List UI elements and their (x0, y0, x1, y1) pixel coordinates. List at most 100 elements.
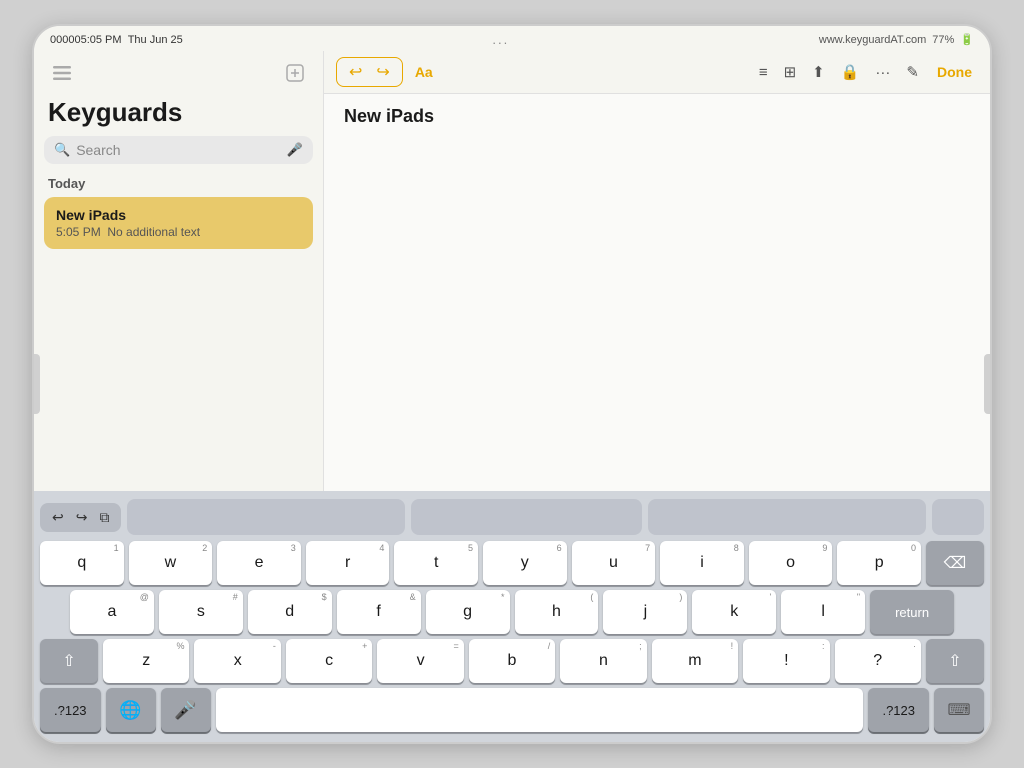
lock-button[interactable]: 🔒 (837, 61, 864, 83)
keyboard-area: ↩ ↪ ⧉ 1q 2w 3e 4r 5t 6y 7u 8i 9o 0p ⌫ (34, 491, 990, 742)
globe-icon: 🌐 (119, 700, 141, 721)
key-o[interactable]: 9o (749, 541, 833, 585)
key-num-2: 2 (202, 543, 207, 553)
key-num-1: 1 (114, 543, 119, 553)
key-a[interactable]: @a (70, 590, 154, 634)
suggestion-3[interactable] (648, 499, 926, 535)
battery-icon: 🔋 (960, 33, 974, 46)
key-num-7: 7 (645, 543, 650, 553)
key-n[interactable]: ;n (560, 639, 646, 683)
key-u[interactable]: 7u (572, 541, 656, 585)
delete-icon: ⌫ (944, 553, 967, 573)
key-sym-k: ' (770, 592, 772, 602)
sidebar-title: Keyguards (34, 93, 323, 136)
list-button[interactable]: ≡ (755, 62, 772, 83)
keyboard-copy-button[interactable]: ⧉ (95, 507, 113, 528)
key-k[interactable]: 'k (692, 590, 776, 634)
key-sym-b: / (548, 641, 551, 651)
key-g[interactable]: *g (426, 590, 510, 634)
undo-redo-copy-group: ↩ ↪ ⧉ (40, 503, 121, 532)
compose-button[interactable] (281, 59, 309, 87)
key-q[interactable]: 1q (40, 541, 124, 585)
key-num-4: 4 (379, 543, 384, 553)
done-button[interactable]: Done (931, 62, 978, 82)
status-bar: 00000 5:05 PM Thu Jun 25 ... www.keyguar… (34, 26, 990, 51)
key-sym-c: + (362, 641, 367, 651)
search-placeholder: Search (76, 142, 281, 158)
key-t[interactable]: 5t (394, 541, 478, 585)
key-globe[interactable]: 🌐 (106, 688, 156, 732)
key-sym-n: ; (639, 641, 642, 651)
key-mic[interactable]: 🎤 (161, 688, 211, 732)
key-num-9: 9 (822, 543, 827, 553)
sidebar: Keyguards 🔍 Search 🎤 Today New iPads 5:0… (34, 51, 324, 491)
trash-button[interactable]: ✎ (902, 61, 923, 83)
search-bar[interactable]: 🔍 Search 🎤 (44, 136, 313, 164)
key-sym-f: & (410, 592, 416, 602)
key-num-0: 0 (911, 543, 916, 553)
table-button[interactable]: ⊞ (780, 61, 801, 83)
keyboard-row-3: ⇧ %z -x +c =v /b ;n !m :! ·? ⇧ (40, 639, 984, 683)
key-sym-quest: · (913, 641, 916, 651)
key-num-left[interactable]: .?123 (40, 688, 101, 732)
shift-left-icon: ⇧ (62, 651, 75, 671)
battery-level: 77% (932, 34, 954, 46)
key-s[interactable]: #s (159, 590, 243, 634)
key-num-right[interactable]: .?123 (868, 688, 929, 732)
key-i[interactable]: 8i (660, 541, 744, 585)
key-num-5: 5 (468, 543, 473, 553)
key-h[interactable]: (h (515, 590, 599, 634)
key-num-3: 3 (291, 543, 296, 553)
key-sym-l: " (857, 592, 860, 602)
suggestion-2[interactable] (411, 499, 642, 535)
keyboard-redo-button[interactable]: ↪ (72, 507, 92, 528)
key-b[interactable]: /b (469, 639, 555, 683)
mic-bottom-icon: 🎤 (174, 700, 196, 721)
key-shift-right[interactable]: ⇧ (926, 639, 984, 683)
key-return[interactable]: return (870, 590, 954, 634)
key-sym-m: ! (731, 641, 734, 651)
key-p[interactable]: 0p (837, 541, 921, 585)
redo-button[interactable]: ↪ (372, 60, 393, 84)
status-network: 00000 (50, 34, 81, 46)
key-j[interactable]: )j (603, 590, 687, 634)
key-delete[interactable]: ⌫ (926, 541, 984, 585)
toolbar-undo-redo-group: ↩ ↪ (336, 57, 403, 87)
key-sym-excl: : (822, 641, 825, 651)
key-e[interactable]: 3e (217, 541, 301, 585)
key-r[interactable]: 4r (306, 541, 390, 585)
key-keyboard-hide[interactable]: ⌨ (934, 688, 984, 732)
editor-panel: ↩ ↪ Aa ≡ ⊞ ⬆ 🔒 ··· ✎ Done New iPads (324, 51, 990, 491)
key-z[interactable]: %z (103, 639, 189, 683)
share-button[interactable]: ⬆ (808, 61, 829, 83)
key-y[interactable]: 6y (483, 541, 567, 585)
key-space[interactable] (216, 688, 864, 732)
keyboard-undo-button[interactable]: ↩ (48, 507, 68, 528)
format-button[interactable]: Aa (411, 62, 437, 82)
key-l[interactable]: "l (781, 590, 865, 634)
key-w[interactable]: 2w (129, 541, 213, 585)
key-f[interactable]: &f (337, 590, 421, 634)
main-content: Keyguards 🔍 Search 🎤 Today New iPads 5:0… (34, 51, 990, 491)
sidebar-toggle-button[interactable] (48, 59, 76, 87)
key-sym-j: ) (679, 592, 682, 602)
editor-body[interactable] (324, 131, 990, 491)
key-question[interactable]: ·? (835, 639, 921, 683)
suggestion-4[interactable] (932, 499, 984, 535)
key-v[interactable]: =v (377, 639, 463, 683)
key-c[interactable]: +c (286, 639, 372, 683)
section-today-label: Today (34, 172, 323, 197)
key-exclaim[interactable]: :! (743, 639, 829, 683)
note-list-item[interactable]: New iPads 5:05 PM No additional text (44, 197, 313, 249)
more-button[interactable]: ··· (871, 62, 894, 83)
status-right: www.keyguardAT.com 77% 🔋 (819, 33, 974, 46)
suggestion-1[interactable] (127, 499, 405, 535)
key-d[interactable]: $d (248, 590, 332, 634)
key-shift-left[interactable]: ⇧ (40, 639, 98, 683)
keyboard-row-2: @a #s $d &f *g (h )j 'k "l return (40, 590, 984, 634)
key-sym-z: % (176, 641, 184, 651)
undo-button[interactable]: ↩ (345, 60, 366, 84)
key-x[interactable]: -x (194, 639, 280, 683)
key-sym-a: @ (140, 592, 149, 602)
key-m[interactable]: !m (652, 639, 738, 683)
